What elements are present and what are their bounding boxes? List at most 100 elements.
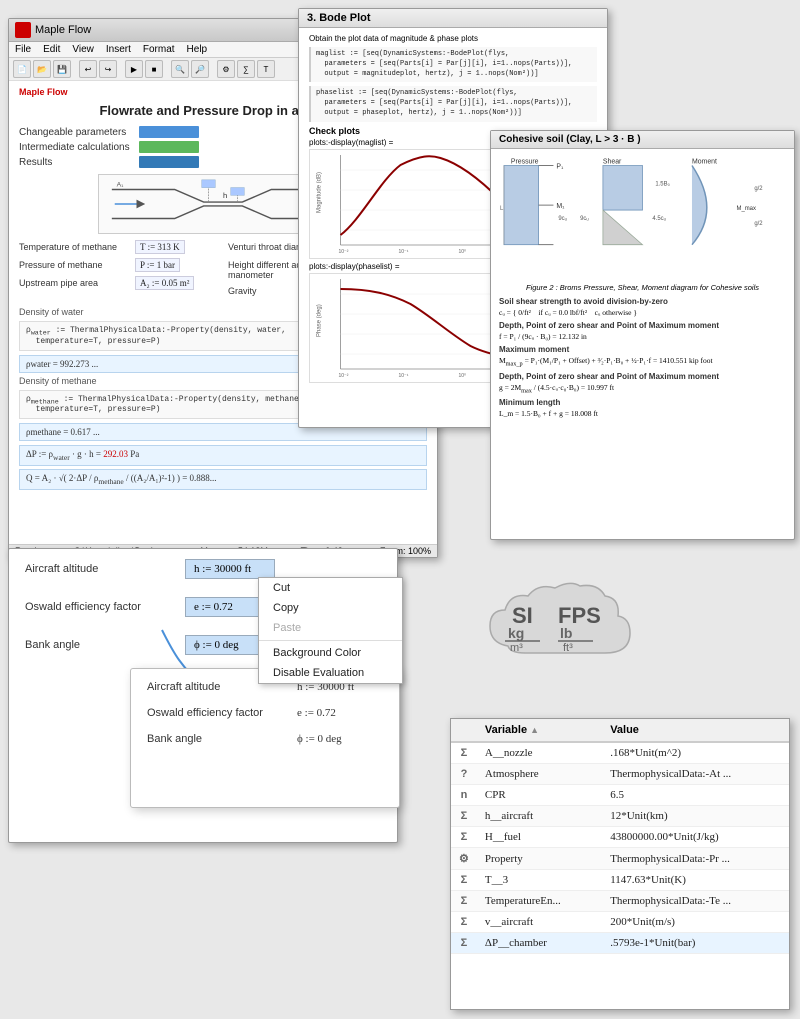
tb-zoom-in[interactable]: 🔍 — [171, 60, 189, 78]
popup-oswald-label: Oswald efficiency factor — [147, 707, 297, 719]
svg-text:Shear: Shear — [603, 159, 622, 166]
menu-insert[interactable]: Insert — [106, 44, 131, 55]
bode-phaselist-code: phaselist := [seq(DynamicSystems:-BodePl… — [309, 86, 597, 121]
intermediate-indicator — [139, 141, 199, 153]
ctx-copy[interactable]: Copy — [259, 598, 402, 618]
svg-text:m³: m³ — [510, 642, 523, 654]
flowrate-result: Q = A₂ · √( 2·ΔP / ρmethane / ((A₂/A₁)²-… — [19, 469, 427, 490]
table-row: Σ A__nozzle .168*Unit(m^2) — [451, 742, 789, 764]
svg-text:h: h — [223, 191, 227, 200]
var-table: Variable ▲ Value Σ A__nozzle .168*Unit(m… — [451, 719, 789, 954]
tb-insert-math[interactable]: ∑ — [237, 60, 255, 78]
svg-text:10⁻²: 10⁻² — [339, 373, 349, 379]
svg-text:Magnitude (dB): Magnitude (dB) — [317, 172, 323, 213]
row-icon: Σ — [451, 806, 477, 827]
popup-oswald-row: Oswald efficiency factor e := 0.72 — [147, 707, 383, 719]
bode-title: 3. Bode Plot — [307, 12, 371, 24]
aircraft-altitude-row: Aircraft altitude h := 30000 ft — [25, 559, 381, 579]
cloud-shape: SI FPS kg m³ lb ft³ — [460, 578, 640, 683]
menu-view[interactable]: View — [72, 44, 94, 55]
ctx-cut[interactable]: Cut — [259, 578, 402, 598]
min-length-formula: L_m = 1.5·B₀ + f + g = 18.008 ft — [499, 409, 786, 418]
row-icon: n — [451, 785, 477, 806]
ctx-separator — [259, 640, 402, 641]
row-icon: Σ — [451, 827, 477, 848]
tb-new[interactable]: 📄 — [13, 60, 31, 78]
maple-logo-icon — [15, 22, 31, 38]
svg-text:10⁻²: 10⁻² — [339, 249, 349, 255]
tb-stop[interactable]: ■ — [145, 60, 163, 78]
row-variable: v__aircraft — [477, 912, 602, 933]
depth-formula: f = P₁ / (9cᵤ · B₀) = 12.132 in — [499, 332, 786, 341]
param-left: Temperature of methane T := 313 K Pressu… — [19, 240, 218, 303]
tb-zoom-out[interactable]: 🔎 — [191, 60, 209, 78]
tb-undo[interactable]: ↩ — [79, 60, 97, 78]
min-length-title: Minimum length — [499, 398, 786, 407]
soil-title: Cohesive soil (Clay, L > 3 · B ) — [499, 134, 641, 145]
ctx-disable-eval[interactable]: Disable Evaluation — [259, 663, 402, 683]
row-variable: T__3 — [477, 870, 602, 891]
aircraft-altitude-value[interactable]: h := 30000 ft — [185, 559, 275, 579]
row-variable: A__nozzle — [477, 742, 602, 764]
depth2-formula: g = 2Mmax / (4.5·cᵤ·c₀·B₀) = 10.997 ft — [499, 383, 786, 395]
tb-insert-text[interactable]: T — [257, 60, 275, 78]
popup-bank-value: ϕ := 0 deg — [297, 733, 342, 745]
svg-text:10⁰: 10⁰ — [459, 249, 467, 255]
tb-open[interactable]: 📂 — [33, 60, 51, 78]
col-value-header: Value — [602, 719, 789, 742]
svg-text:Phase (deg): Phase (deg) — [317, 304, 323, 337]
svg-text:9cᵤ: 9cᵤ — [558, 216, 567, 222]
soil-content: Pressure P₁ M₁ Shear Moment L 9cᵤ 9cᵤ 1.… — [491, 149, 794, 428]
svg-text:10⁻¹: 10⁻¹ — [399, 249, 409, 255]
row-variable: H__fuel — [477, 827, 602, 848]
table-row: Σ h__aircraft 12*Unit(km) — [451, 806, 789, 827]
popup-oswald-value: e := 0.72 — [297, 707, 336, 719]
menu-format[interactable]: Format — [143, 44, 175, 55]
svg-text:10⁻¹: 10⁻¹ — [399, 373, 409, 379]
svg-text:1.5B₀: 1.5B₀ — [655, 181, 670, 187]
soil-diagram-svg: Pressure P₁ M₁ Shear Moment L 9cᵤ 9cᵤ 1.… — [499, 155, 786, 275]
svg-text:Pressure: Pressure — [511, 159, 539, 166]
row-variable: Property — [477, 848, 602, 870]
svg-text:g/2: g/2 — [754, 221, 762, 227]
row-icon: Σ — [451, 912, 477, 933]
table-row: Σ TemperatureEn... ThermophysicalData:-T… — [451, 891, 789, 912]
row-variable: h__aircraft — [477, 806, 602, 827]
table-row: Σ ΔP__chamber .5793e-1*Unit(bar) — [451, 933, 789, 954]
cloud-widget: SI FPS kg m³ lb ft³ — [450, 550, 650, 710]
param-temp: Temperature of methane T := 313 K — [19, 240, 218, 254]
row-value: ThermophysicalData:-Te ... — [602, 891, 789, 912]
tb-settings[interactable]: ⚙ — [217, 60, 235, 78]
svg-text:Moment: Moment — [692, 159, 717, 166]
row-variable: TemperatureEn... — [477, 891, 602, 912]
changeable-indicator — [139, 126, 199, 138]
bode-description: Obtain the plot data of magnitude & phas… — [309, 34, 597, 43]
maple-brand: Maple Flow — [19, 87, 68, 97]
row-value: 1147.63*Unit(K) — [602, 870, 789, 891]
svg-text:9cᵤ: 9cᵤ — [580, 216, 589, 222]
soil-titlebar: Cohesive soil (Clay, L > 3 · B ) — [491, 131, 794, 149]
row-value: 200*Unit(m/s) — [602, 912, 789, 933]
svg-text:L: L — [500, 206, 504, 212]
cloud-svg: SI FPS kg m³ lb ft³ — [460, 578, 640, 683]
svg-text:P₁: P₁ — [556, 163, 564, 170]
row-variable: CPR — [477, 785, 602, 806]
ctx-paste: Paste — [259, 618, 402, 638]
maple-window-title: Maple Flow — [35, 24, 91, 36]
param-area: Upstream pipe area A₂ := 0.05 m² — [19, 276, 218, 290]
ctx-bg-color[interactable]: Background Color — [259, 643, 402, 663]
max-moment-formula: Mmax_p = P₁·(M₁/P₁ + Offset) + ³⁄₂·P₁·B₀… — [499, 356, 786, 368]
col-icon-header — [451, 719, 477, 742]
param-pressure: Pressure of methane P := 1 bar — [19, 258, 218, 272]
results-indicator — [139, 156, 199, 168]
tb-redo[interactable]: ↪ — [99, 60, 117, 78]
menu-file[interactable]: File — [15, 44, 31, 55]
tb-save[interactable]: 💾 — [53, 60, 71, 78]
shear-title: Soil shear strength to avoid division-by… — [499, 297, 786, 306]
menu-edit[interactable]: Edit — [43, 44, 60, 55]
tb-run[interactable]: ▶ — [125, 60, 143, 78]
row-value: 12*Unit(km) — [602, 806, 789, 827]
menu-help[interactable]: Help — [187, 44, 208, 55]
row-value: .168*Unit(m^2) — [602, 742, 789, 764]
row-value: ThermophysicalData:-Pr ... — [602, 848, 789, 870]
